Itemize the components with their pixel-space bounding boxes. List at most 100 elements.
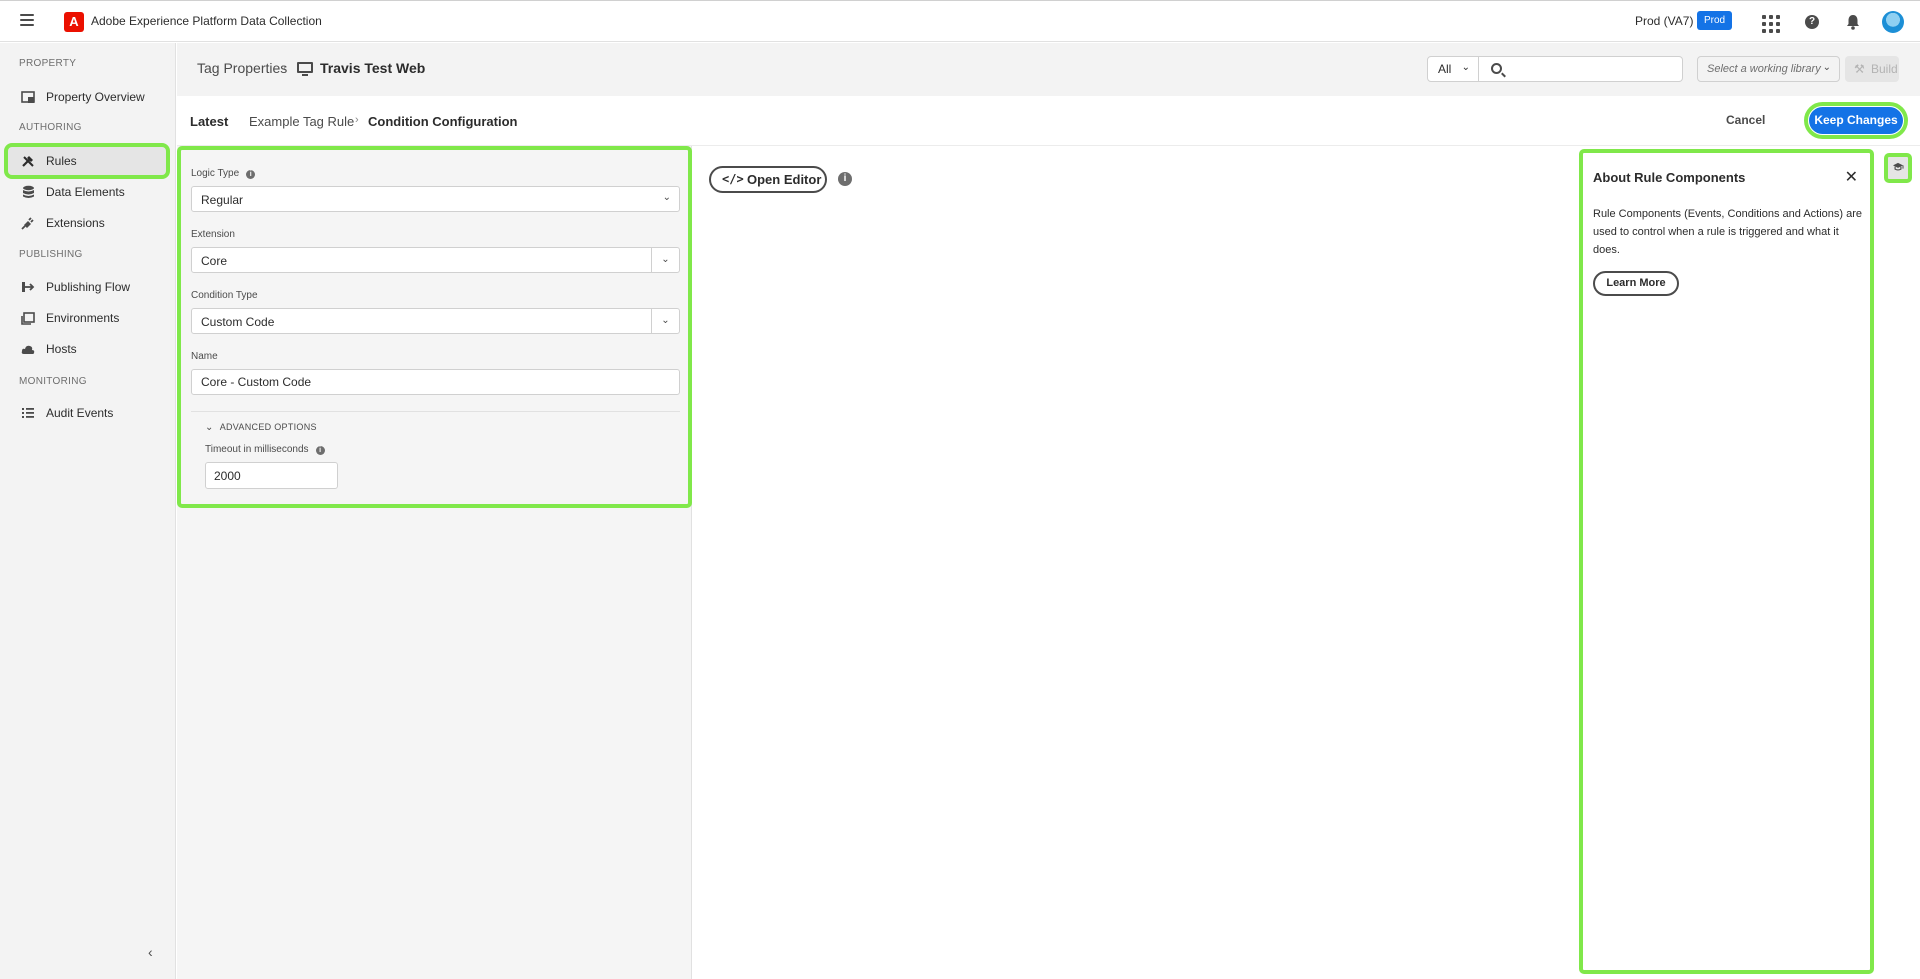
- learning-panel-toggle-button[interactable]: [1884, 153, 1912, 183]
- open-editor-label: Open Editor: [747, 172, 822, 187]
- chevron-down-icon: ⌄: [1822, 62, 1831, 73]
- condition-config-panel: Logic Type i Regular ⌄ Extension Core ⌄ C…: [177, 146, 692, 979]
- search-icon: [1491, 63, 1502, 74]
- logic-type-picker[interactable]: Regular ⌄: [191, 186, 680, 212]
- help-panel-body: Rule Components (Events, Conditions and …: [1593, 208, 1863, 256]
- sidebar-item-label: Environments: [46, 311, 120, 325]
- sidebar-item-publishing-flow[interactable]: Publishing Flow: [8, 273, 166, 301]
- info-icon[interactable]: i: [315, 446, 325, 455]
- menu-icon[interactable]: [20, 14, 34, 26]
- audit-events-icon: [20, 406, 36, 420]
- sidebar: PROPERTY Property Overview AUTHORING Rul…: [0, 43, 176, 979]
- web-property-monitor-icon: [297, 62, 313, 76]
- extension-combobox[interactable]: Core ⌄: [191, 247, 680, 273]
- property-header: Tag Properties › Travis Test Web All ⌄ S…: [177, 43, 1920, 96]
- sidebar-item-rules[interactable]: Rules: [4, 143, 170, 179]
- env-badge[interactable]: Prod: [1697, 11, 1733, 30]
- search-filter-select[interactable]: All ⌄: [1427, 56, 1479, 82]
- user-avatar[interactable]: [1882, 11, 1904, 33]
- search-input[interactable]: [1509, 61, 1674, 77]
- notifications-bell-icon[interactable]: [1843, 12, 1863, 32]
- name-field[interactable]: [191, 369, 680, 395]
- extension-label: Extension: [191, 229, 235, 240]
- sidebar-heading-monitoring: MONITORING: [19, 376, 87, 387]
- environments-icon: [20, 311, 36, 325]
- search-box[interactable]: [1479, 56, 1683, 82]
- advanced-options-toggle[interactable]: ⌄ ADVANCED OPTIONS: [205, 422, 317, 433]
- org-switcher[interactable]: Prod (VA7): [1635, 14, 1693, 28]
- app-title: Adobe Experience Platform Data Collectio…: [91, 14, 322, 28]
- open-editor-button[interactable]: </> Open Editor: [709, 166, 827, 193]
- logic-type-value: Regular: [201, 193, 244, 207]
- help-icon[interactable]: ?: [1802, 12, 1822, 32]
- working-library-placeholder: Select a working library: [1707, 63, 1821, 75]
- publishing-flow-icon: [20, 280, 36, 294]
- info-icon[interactable]: i: [838, 172, 852, 186]
- sidebar-item-extensions[interactable]: Extensions: [8, 209, 166, 237]
- breadcrumb-separator-icon: ›: [282, 60, 286, 74]
- timeout-label: Timeout in milliseconds i: [205, 444, 325, 455]
- adobe-logo[interactable]: A: [64, 12, 84, 32]
- top-bar: A Adobe Experience Platform Data Collect…: [0, 0, 1920, 42]
- condition-config-form: Logic Type i Regular ⌄ Extension Core ⌄ C…: [177, 146, 692, 508]
- chevron-down-icon[interactable]: ⌄: [651, 309, 679, 333]
- data-elements-icon: [20, 185, 36, 199]
- revision-label: Latest: [190, 114, 229, 129]
- advanced-options-label: ADVANCED OPTIONS: [219, 422, 317, 432]
- breadcrumb-separator-icon: ›: [355, 114, 359, 126]
- close-icon[interactable]: ✕: [1845, 167, 1858, 187]
- condition-header: Latest Example Tag Rule › Condition Conf…: [177, 96, 1920, 146]
- chevron-down-icon[interactable]: ⌄: [651, 248, 679, 272]
- chevron-down-icon: ⌄: [205, 422, 214, 433]
- timeout-label-text: Timeout in milliseconds: [205, 444, 309, 455]
- code-icon: </>: [722, 172, 744, 186]
- search-filter-value: All: [1438, 62, 1452, 76]
- sidebar-item-label: Hosts: [46, 342, 77, 356]
- keep-changes-button[interactable]: Keep Changes: [1804, 102, 1908, 139]
- learn-more-button[interactable]: Learn More: [1593, 271, 1679, 296]
- sidebar-heading-authoring: AUTHORING: [19, 122, 82, 133]
- chevron-down-icon: ⌄: [662, 192, 671, 203]
- condition-type-label: Condition Type: [191, 290, 258, 301]
- hosts-icon: [20, 342, 36, 356]
- collapse-sidebar-chevron-icon[interactable]: ‹: [148, 944, 153, 960]
- build-label: Build: [1871, 62, 1898, 76]
- breadcrumb-rule[interactable]: Example Tag Rule: [249, 114, 354, 129]
- sidebar-item-label: Property Overview: [46, 90, 145, 104]
- sidebar-item-label: Publishing Flow: [46, 280, 131, 294]
- sidebar-item-label: Audit Events: [46, 406, 114, 420]
- divider: [191, 411, 680, 412]
- working-library-select[interactable]: Select a working library ⌄: [1697, 56, 1840, 82]
- condition-type-value: Custom Code: [201, 315, 275, 329]
- extension-value: Core: [201, 254, 228, 268]
- sidebar-item-label: Rules: [46, 154, 77, 168]
- help-panel-title: About Rule Components: [1593, 170, 1746, 185]
- chevron-down-icon: ⌄: [1461, 62, 1470, 73]
- breadcrumb-tag-properties[interactable]: Tag Properties: [197, 60, 287, 76]
- page-title: Condition Configuration: [368, 114, 518, 129]
- sidebar-item-audit-events[interactable]: Audit Events: [8, 399, 166, 427]
- extensions-icon: [20, 216, 36, 230]
- sidebar-item-environments[interactable]: Environments: [8, 304, 166, 332]
- sidebar-item-label: Data Elements: [46, 185, 125, 199]
- hammer-icon: ⚒: [1854, 62, 1865, 76]
- sidebar-item-label: Extensions: [46, 216, 105, 230]
- graduation-cap-icon: [1893, 162, 1904, 171]
- property-name: Travis Test Web: [320, 60, 426, 76]
- sidebar-item-data-elements[interactable]: Data Elements: [8, 178, 166, 206]
- sidebar-item-hosts[interactable]: Hosts: [8, 335, 166, 363]
- sidebar-heading-property: PROPERTY: [19, 58, 77, 69]
- logic-type-label-text: Logic Type: [191, 168, 240, 179]
- info-icon[interactable]: i: [246, 170, 256, 179]
- property-overview-icon: [20, 90, 36, 104]
- apps-grid-icon[interactable]: [1759, 12, 1780, 33]
- cancel-button[interactable]: Cancel: [1726, 113, 1765, 127]
- timeout-field[interactable]: [205, 462, 338, 489]
- name-label: Name: [191, 351, 218, 362]
- sidebar-heading-publishing: PUBLISHING: [19, 249, 83, 260]
- sidebar-item-property-overview[interactable]: Property Overview: [8, 83, 166, 111]
- about-rule-components-panel: About Rule Components ✕ Rule Components …: [1579, 149, 1874, 974]
- condition-type-combobox[interactable]: Custom Code ⌄: [191, 308, 680, 334]
- build-button[interactable]: ⚒ Build: [1845, 56, 1899, 82]
- code-editor-area: </> Open Editor i: [692, 146, 1579, 979]
